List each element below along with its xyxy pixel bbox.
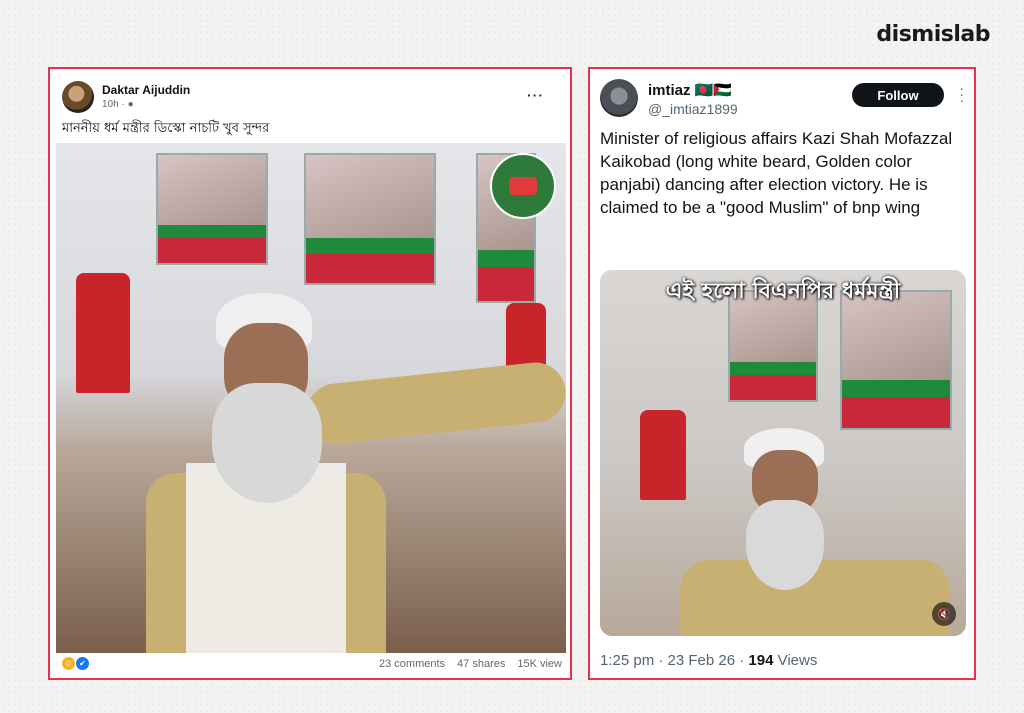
user-handle[interactable]: @_imtiaz1899 xyxy=(648,101,738,117)
post-footer: ☺ ✔ 23 comments 47 shares 15K view xyxy=(62,657,562,675)
wall-poster xyxy=(304,153,436,285)
brand-logo: dismislab xyxy=(876,22,990,47)
author-name[interactable]: Daktar Aijuddin xyxy=(102,83,190,97)
views-number: 194 xyxy=(748,652,774,669)
display-name[interactable]: imtiaz 🇧🇩🇵🇸 xyxy=(648,81,732,99)
views-count: 15K view xyxy=(517,658,562,670)
wall-poster xyxy=(840,290,952,430)
follow-button[interactable]: Follow xyxy=(852,83,944,107)
avatar[interactable] xyxy=(62,81,94,113)
post-meta: 1:25 pm · 23 Feb 26 · 194 Views xyxy=(600,652,817,669)
video-overlay-text: এই হলো বিএনপির ধর্মমন্ত্রী xyxy=(665,279,901,304)
like-reaction-icon: ✔ xyxy=(76,657,89,670)
wall-poster xyxy=(156,153,268,265)
x-post-card: imtiaz 🇧🇩🇵🇸 @_imtiaz1899 Follow · · · Mini… xyxy=(588,67,976,680)
shares-count[interactable]: 47 shares xyxy=(457,658,505,670)
dancing-man xyxy=(116,293,416,653)
channel-watermark-icon xyxy=(490,153,556,219)
post-time[interactable]: 10h · ● xyxy=(102,99,134,110)
post-video[interactable]: এই হলো বিএনপির ধর্মমন্ত্রী 🔇 xyxy=(600,270,966,636)
dancing-man xyxy=(680,420,950,636)
reactions[interactable]: ☺ ✔ xyxy=(62,657,89,670)
comments-count[interactable]: 23 comments xyxy=(379,658,445,670)
haha-reaction-icon: ☺ xyxy=(62,657,75,670)
post-text: Minister of religious affairs Kazi Shah … xyxy=(600,129,953,217)
post-video[interactable] xyxy=(56,143,566,653)
avatar[interactable] xyxy=(600,79,638,117)
facebook-post-card: Daktar Aijuddin 10h · ● ··· মাননীয় ধর্ম… xyxy=(48,67,572,680)
more-icon[interactable]: ··· xyxy=(959,81,964,107)
views-label: Views xyxy=(773,652,818,669)
post-time-label: 10h · xyxy=(102,99,125,110)
more-icon[interactable]: ··· xyxy=(527,87,544,103)
post-header: Daktar Aijuddin 10h · ● ··· xyxy=(62,81,552,121)
post-caption: মাননীয় ধর্ম মন্ত্রীর ডিস্কো নাচটি খুব স… xyxy=(62,121,270,136)
post-timestamp[interactable]: 1:25 pm · 23 Feb 26 · xyxy=(600,652,748,669)
mute-icon[interactable]: 🔇 xyxy=(932,602,956,626)
globe-icon: ● xyxy=(127,99,134,110)
